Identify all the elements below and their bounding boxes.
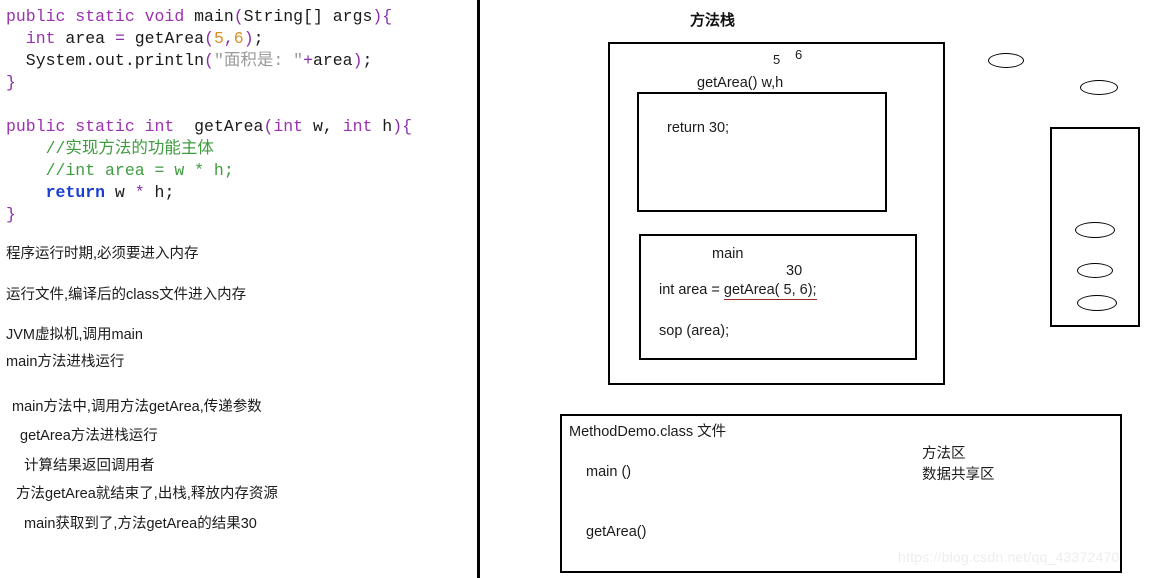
code-token: area <box>312 51 353 70</box>
main-call-prefix: int area = <box>659 282 724 298</box>
getarea-arg-h-value: 6 <box>795 47 803 62</box>
explanation-note: 程序运行时期,必须要进入内存 <box>6 246 199 262</box>
code-token: getArea <box>124 29 205 48</box>
code-line: int area = getArea(5,6); <box>6 28 466 50</box>
code-token: getArea <box>184 117 264 136</box>
explanation-note: 运行文件,编译后的class文件进入内存 <box>6 287 247 303</box>
code-token: ) <box>372 7 383 26</box>
code-token: { <box>382 7 393 26</box>
code-token: return <box>45 183 106 202</box>
code-token: ) <box>352 51 363 70</box>
explanation-note: main方法中,调用方法getArea,传递参数 <box>12 399 262 415</box>
getarea-frame-header: getArea() w,h <box>697 75 784 91</box>
explanation-note: getArea方法进栈运行 <box>20 428 158 444</box>
code-token: public static void <box>6 7 195 26</box>
code-token: w, <box>303 117 343 136</box>
code-token: int <box>273 117 304 136</box>
method-area-getarea-entry: getArea() <box>586 524 647 540</box>
code-token: ) <box>243 29 254 48</box>
getarea-return-statement: return 30; <box>667 119 729 137</box>
code-token: main <box>194 7 234 26</box>
code-token: "面积是: " <box>213 51 304 70</box>
code-token: * <box>134 183 145 202</box>
code-token: //实现方法的功能主体 <box>6 139 214 158</box>
code-token: w <box>105 183 135 202</box>
method-area-class-file: MethodDemo.class 文件 <box>569 424 727 440</box>
panel-divider <box>477 0 480 578</box>
code-line: } <box>6 72 466 94</box>
code-token: 6 <box>233 29 244 48</box>
getarea-frame-box <box>637 92 887 212</box>
code-token: h <box>372 117 393 136</box>
getarea-arg-w-value: 5 <box>773 52 781 67</box>
main-frame-print-statement: sop (area); <box>659 323 730 339</box>
csdn-watermark: https://blog.csdn.net/qq_43372470 <box>898 549 1120 565</box>
code-token: System.out.println <box>6 51 205 70</box>
code-token: public static int <box>6 117 185 136</box>
code-line: //int area = w * h; <box>6 160 466 182</box>
explanation-note: main获取到了,方法getArea的结果30 <box>24 516 257 532</box>
code-token: ) <box>392 117 403 136</box>
main-frame-title: main <box>712 246 744 262</box>
code-token: 5 <box>213 29 224 48</box>
code-token: } <box>6 205 16 224</box>
explanation-note: main方法进栈运行 <box>6 354 125 370</box>
method-area-region-subtitle: 数据共享区 <box>922 467 995 483</box>
return-keyword-text: return <box>667 120 705 136</box>
code-token: String[] args <box>243 7 373 26</box>
code-line: //实现方法的功能主体 <box>6 138 466 160</box>
code-token: = <box>114 29 125 48</box>
java-code-listing: public static void main(String[] args){ … <box>6 6 466 226</box>
code-line: System.out.println("面积是: "+area); <box>6 50 466 72</box>
code-line: } <box>6 204 466 226</box>
memory-ellipse-3 <box>1077 295 1117 311</box>
code-token: , <box>223 29 234 48</box>
code-token: int <box>25 29 56 48</box>
method-area-region-title: 方法区 <box>922 446 966 462</box>
code-line: return w * h; <box>6 182 466 204</box>
code-line: public static int getArea(int w, int h){ <box>6 116 466 138</box>
return-value-text: 30; <box>708 120 730 136</box>
code-token: ; <box>253 29 264 48</box>
memory-ellipse-1 <box>1075 222 1115 238</box>
code-token: ( <box>233 7 244 26</box>
code-token: { <box>402 117 413 136</box>
explanation-note: 计算结果返回调用者 <box>24 458 155 474</box>
main-call-expression: getArea( 5, 6); <box>723 282 817 300</box>
code-line: public static void main(String[] args){ <box>6 6 466 28</box>
code-token: ( <box>204 51 214 70</box>
code-token: ( <box>263 117 274 136</box>
memory-ellipse-2 <box>1077 263 1113 278</box>
method-area-main-entry: main () <box>586 464 632 480</box>
code-token: ( <box>204 29 214 48</box>
explanation-note: 方法getArea就结束了,出栈,释放内存资源 <box>16 486 278 502</box>
code-token: + <box>303 51 313 70</box>
floating-ellipse-2 <box>1080 80 1118 95</box>
code-token: h; <box>144 183 175 202</box>
floating-ellipse-1 <box>988 53 1024 68</box>
screenshot-root: public static void main(String[] args){ … <box>0 0 1155 578</box>
main-frame-return-value: 30 <box>786 263 803 279</box>
code-token: ; <box>362 51 373 70</box>
code-token: area <box>55 29 115 48</box>
code-token: //int area = w * h; <box>6 161 234 180</box>
main-frame-call-line: int area = getArea( 5, 6); <box>659 281 817 300</box>
explanation-note: JVM虚拟机,调用main <box>6 327 143 343</box>
code-token: int <box>342 117 373 136</box>
method-stack-title: 方法栈 <box>690 12 736 29</box>
code-token: } <box>6 73 16 92</box>
